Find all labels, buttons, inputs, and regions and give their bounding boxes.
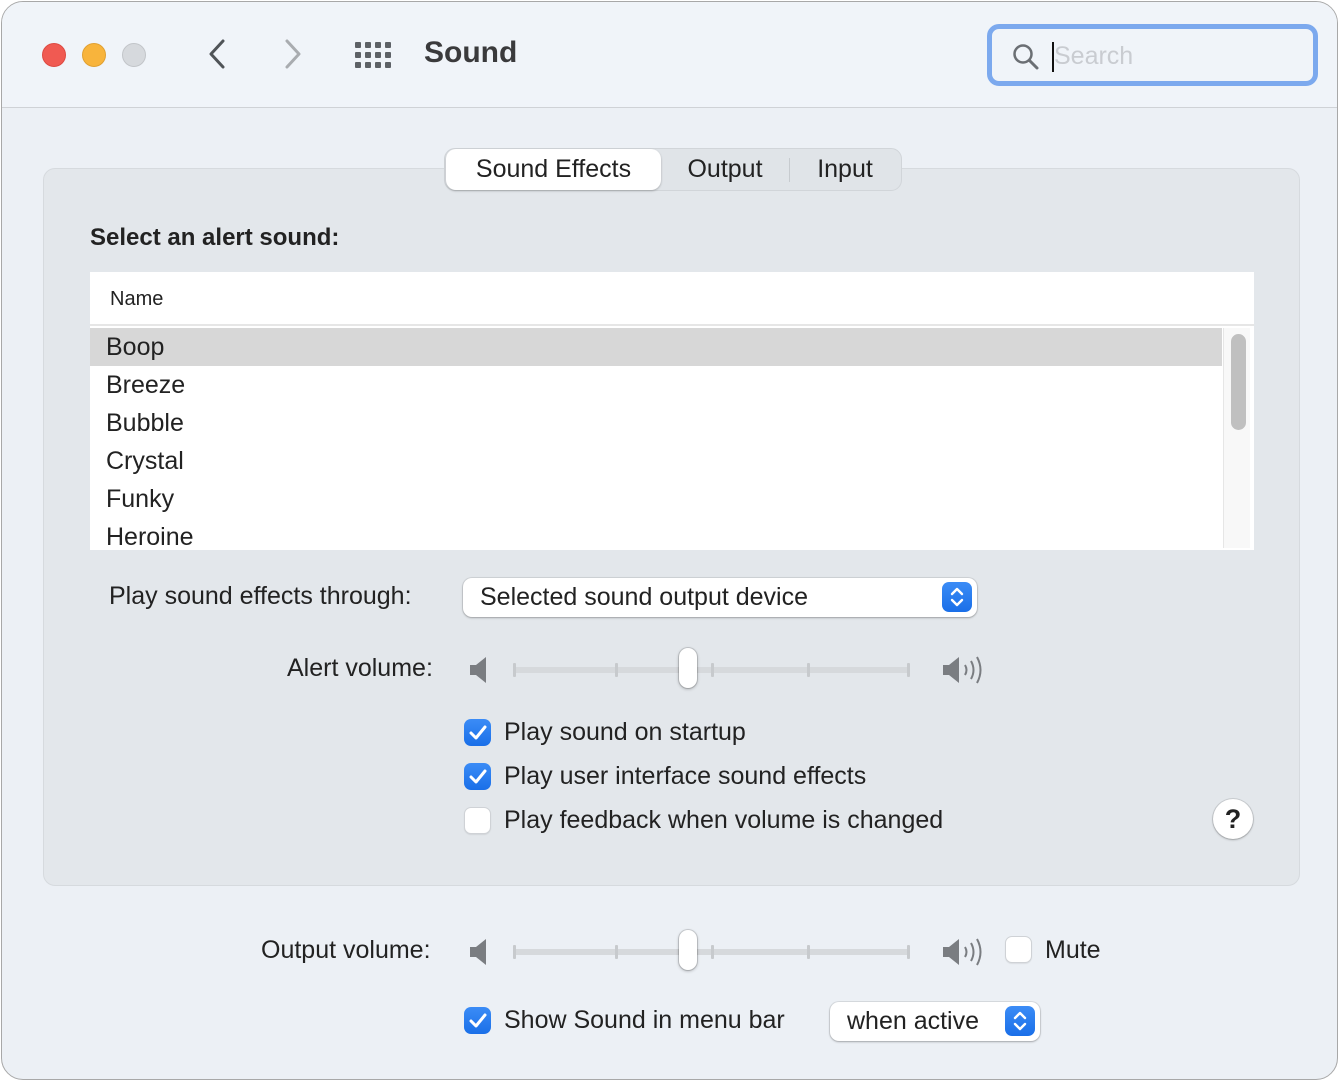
output-volume-label: Output volume:	[261, 936, 431, 964]
chevron-right-icon	[285, 39, 301, 69]
tab-sound-effects[interactable]: Sound Effects	[446, 149, 661, 190]
popup-stepper-icon	[942, 582, 972, 612]
tab-bar: Sound Effects Output Input	[444, 148, 902, 191]
show-all-grid-icon[interactable]	[355, 42, 393, 70]
chevron-left-icon	[209, 39, 225, 69]
menu-bar-mode-value: when active	[847, 1007, 980, 1035]
forward-button[interactable]	[278, 38, 308, 70]
tab-input[interactable]: Input	[790, 149, 900, 190]
checkmark-icon	[469, 1013, 486, 1027]
search-icon	[1013, 44, 1039, 70]
speaker-low-icon	[470, 657, 486, 683]
output-volume-slider[interactable]	[467, 927, 987, 975]
show-in-menu-bar-label: Show Sound in menu bar	[504, 1006, 785, 1034]
volume-feedback-label: Play feedback when volume is changed	[504, 806, 944, 834]
output-volume-track[interactable]	[513, 930, 910, 970]
minimize-button[interactable]	[82, 43, 106, 67]
list-item[interactable]: Crystal	[90, 442, 1222, 480]
list-item[interactable]: Breeze	[90, 366, 1222, 404]
title-bar: Sound	[2, 2, 1337, 108]
startup-sound-label: Play sound on startup	[504, 718, 746, 746]
alert-volume-thumb[interactable]	[678, 648, 697, 688]
window-title: Sound	[424, 36, 518, 69]
help-button[interactable]: ?	[1213, 799, 1253, 839]
alert-sound-rows: Boop Breeze Bubble Crystal Funky Heroine	[90, 328, 1222, 550]
back-button[interactable]	[202, 38, 232, 70]
volume-feedback-checkbox[interactable]	[464, 807, 491, 834]
speaker-high-icon	[943, 938, 982, 966]
startup-sound-checkbox[interactable]	[464, 719, 491, 746]
scrollbar-thumb[interactable]	[1231, 334, 1246, 430]
alert-sound-heading: Select an alert sound:	[90, 224, 340, 251]
tab-output[interactable]: Output	[661, 149, 789, 190]
ui-sound-effects-label: Play user interface sound effects	[504, 762, 867, 790]
list-item[interactable]: Bubble	[90, 404, 1222, 442]
checkmark-icon	[469, 725, 486, 739]
sound-preferences-window: Sound Sound Effects Output Input Select …	[1, 1, 1338, 1080]
play-through-value: Selected sound output device	[480, 583, 809, 611]
play-through-label: Play sound effects through:	[109, 582, 412, 610]
list-item[interactable]: Boop	[90, 328, 1222, 366]
popup-stepper-icon	[1005, 1006, 1035, 1036]
show-in-menu-bar-checkbox[interactable]	[464, 1007, 491, 1034]
menu-bar-mode-popup[interactable]: when active	[830, 1002, 1040, 1041]
mute-checkbox[interactable]	[1005, 936, 1032, 963]
zoom-button[interactable]	[122, 43, 146, 67]
checkmark-icon	[469, 769, 486, 783]
search-field[interactable]	[987, 24, 1318, 86]
search-input[interactable]	[1054, 37, 1294, 75]
ui-sound-effects-checkbox[interactable]	[464, 763, 491, 790]
alert-volume-label: Alert volume:	[287, 654, 433, 682]
list-column-header[interactable]: Name	[90, 272, 1254, 326]
alert-volume-slider[interactable]	[467, 645, 987, 693]
mute-label: Mute	[1045, 936, 1101, 964]
list-scrollbar[interactable]	[1223, 328, 1250, 548]
alert-sound-list[interactable]: Name Boop Breeze Bubble Crystal Funky He…	[90, 272, 1254, 550]
column-header-name: Name	[110, 288, 164, 310]
speaker-high-icon	[943, 656, 982, 684]
list-item[interactable]: Heroine	[90, 518, 1222, 550]
list-item[interactable]: Funky	[90, 480, 1222, 518]
close-button[interactable]	[42, 43, 66, 67]
speaker-low-icon	[470, 939, 486, 965]
output-volume-thumb[interactable]	[678, 930, 697, 970]
play-through-popup[interactable]: Selected sound output device	[463, 578, 977, 617]
alert-volume-track[interactable]	[513, 648, 910, 688]
